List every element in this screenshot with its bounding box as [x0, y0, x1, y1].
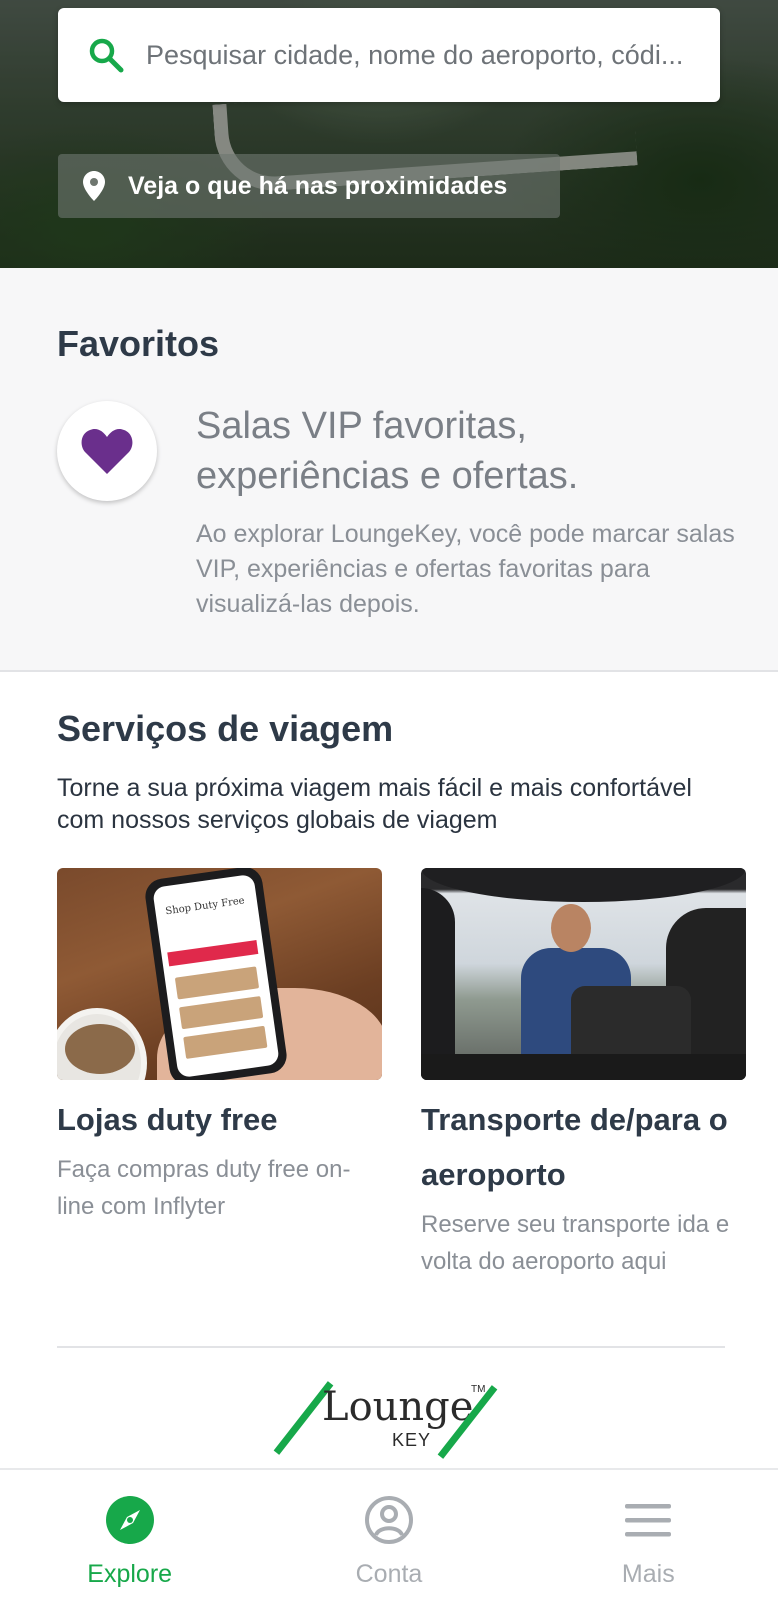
phone-screen: Shop Duty Free	[152, 873, 280, 1079]
services-title: Serviços de viagem	[57, 708, 394, 749]
favorites-title: Favoritos	[57, 323, 220, 364]
phone-product-row	[179, 996, 264, 1030]
nav-label: Conta	[355, 1560, 423, 1588]
favorites-section: Favoritos Salas VIP favoritas, experiênc…	[0, 268, 778, 672]
phone-product-row	[183, 1025, 268, 1059]
car-trunk-floor	[421, 1054, 746, 1080]
nav-label: Mais	[621, 1560, 675, 1588]
favorites-heading: Salas VIP favoritas, experiências e ofer…	[196, 405, 579, 497]
nav-more[interactable]: Mais	[519, 1470, 778, 1600]
logo-trademark: TM	[471, 1384, 486, 1395]
person-head	[551, 904, 591, 952]
airport-transfer-image	[421, 868, 746, 1080]
services-subtitle: Torne a sua próxima viagem mais fácil e …	[57, 774, 692, 834]
card-description: Faça compras duty free on-line com Infly…	[57, 1156, 351, 1220]
nav-explore[interactable]: Explore	[0, 1470, 259, 1600]
logo-key-text: KEY	[392, 1430, 432, 1450]
pin-icon	[80, 169, 108, 203]
search-input[interactable]: Pesquisar cidade, nome do aeroporto, cód…	[58, 8, 720, 102]
search-icon	[84, 33, 128, 77]
loungekey-logo: Lounge TM KEY	[273, 1378, 504, 1460]
bottom-navigation: Explore Conta Mais	[0, 1468, 778, 1600]
car-trunk-side	[421, 888, 455, 1080]
account-icon	[363, 1494, 415, 1546]
card-title: Lojas duty free	[57, 1102, 278, 1137]
card-title: Transporte de/para o aeroporto	[421, 1102, 728, 1192]
nav-account[interactable]: Conta	[259, 1470, 518, 1600]
nearby-label: Veja o que há nas proximidades	[128, 171, 508, 200]
card-description: Reserve seu transporte ida e volta do ae…	[421, 1211, 730, 1275]
hero-banner: Pesquisar cidade, nome do aeroporto, cód…	[0, 0, 778, 268]
car-trunk-lid	[421, 868, 746, 902]
phone-promo-band	[167, 940, 259, 967]
menu-icon	[622, 1494, 674, 1546]
favorites-heart-badge	[57, 401, 157, 501]
phone-screen-title: Shop Duty Free	[164, 895, 246, 918]
airport-transfer-card[interactable]: Transporte de/para o aeroporto Reserve s…	[421, 868, 746, 1280]
nearby-button[interactable]: Veja o que há nas proximidades	[58, 154, 560, 218]
travel-services-section: Serviços de viagem Torne a sua próxima v…	[0, 672, 778, 1468]
search-placeholder: Pesquisar cidade, nome do aeroporto, cód…	[146, 39, 684, 70]
logo-wordmark: Lounge	[322, 1384, 474, 1430]
divider	[57, 1346, 725, 1348]
nav-label: Explore	[87, 1560, 173, 1588]
duty-free-card[interactable]: Shop Duty Free Lojas duty free Faça comp…	[57, 868, 382, 1225]
compass-icon	[104, 1494, 156, 1546]
phone-product-row	[174, 966, 260, 1000]
duty-free-image: Shop Duty Free	[57, 868, 382, 1080]
coffee	[65, 1024, 135, 1074]
heart-icon	[81, 428, 133, 474]
favorites-description: Ao explorar LoungeKey, você pode marcar …	[196, 520, 735, 618]
